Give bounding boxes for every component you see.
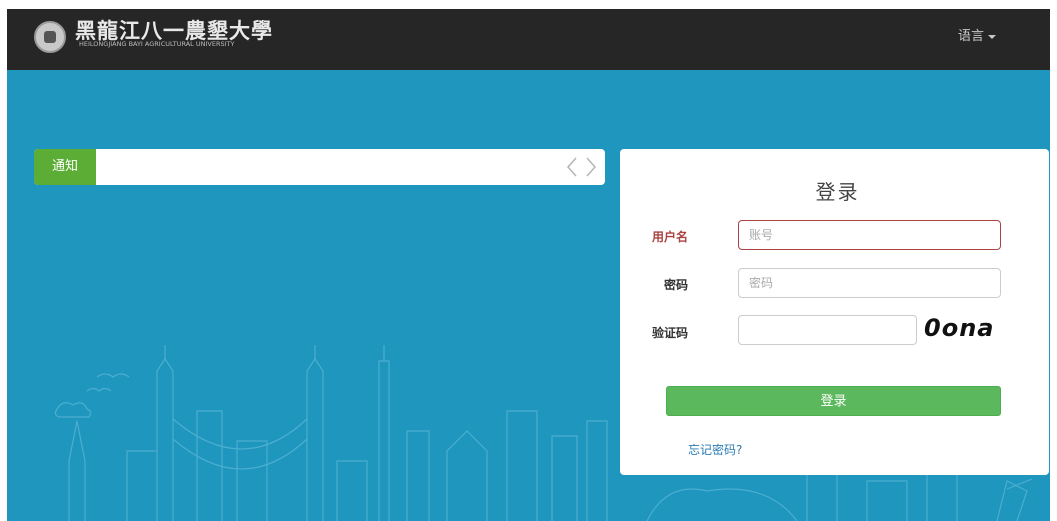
password-input[interactable] — [738, 268, 1001, 298]
top-navbar: 黑龍江八一農墾大學 HEILONGJIANG BAYI AGRICULTURAL… — [7, 9, 1050, 70]
university-name-en: HEILONGJIANG BAYI AGRICULTURAL UNIVERSIT… — [79, 40, 235, 48]
captcha-input[interactable] — [738, 315, 917, 345]
login-button[interactable]: 登录 — [666, 386, 1001, 416]
language-dropdown[interactable]: 语言 — [958, 25, 997, 44]
forgot-password-link[interactable]: 忘记密码? — [688, 441, 742, 458]
login-panel: 登录 用户名 密码 验证码 0ona 登录 忘记密码? — [620, 149, 1049, 475]
captcha-image[interactable]: 0ona — [924, 314, 994, 342]
caret-down-icon — [988, 34, 997, 39]
username-input[interactable] — [738, 220, 1001, 250]
username-label: 用户名 — [651, 230, 688, 244]
chevron-left-icon[interactable] — [566, 156, 578, 178]
login-title: 登录 — [815, 180, 860, 204]
language-label: 语言 — [958, 29, 985, 44]
notice-tag: 通知 — [34, 149, 96, 185]
password-label: 密码 — [663, 278, 688, 292]
notice-bar: 通知 — [34, 149, 605, 185]
university-emblem-icon — [34, 21, 66, 53]
captcha-label: 验证码 — [651, 326, 688, 340]
chevron-right-icon[interactable] — [585, 156, 597, 178]
page-frame: 黑龍江八一農墾大學 HEILONGJIANG BAYI AGRICULTURAL… — [7, 9, 1050, 521]
